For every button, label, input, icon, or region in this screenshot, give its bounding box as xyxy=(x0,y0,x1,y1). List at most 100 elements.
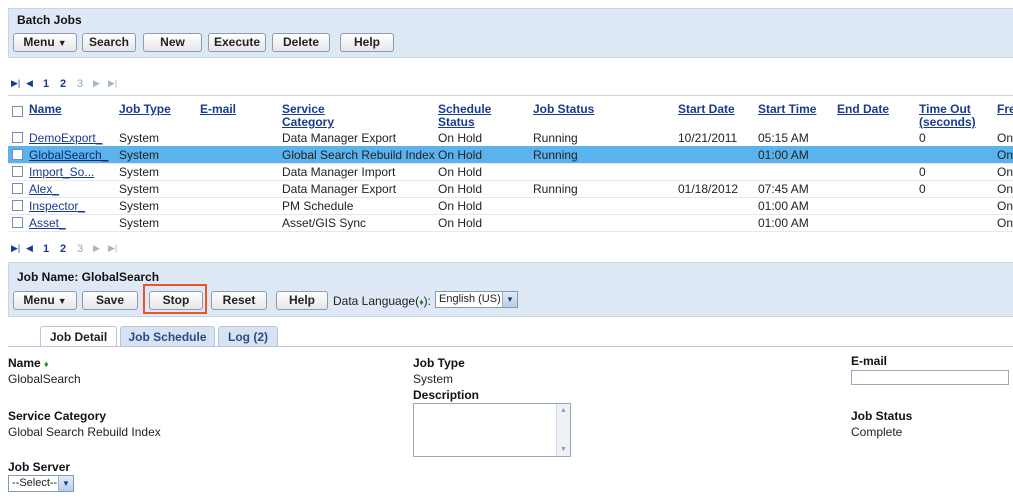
tab-job-schedule[interactable]: Job Schedule xyxy=(120,326,215,346)
cell-start-time: 01:00 AM xyxy=(758,216,809,230)
row-checkbox[interactable] xyxy=(12,200,23,211)
job-name-title: Job Name: GlobalSearch xyxy=(17,270,160,284)
table-row[interactable]: DemoExport_ System Data Manager Export O… xyxy=(8,129,1013,147)
page-link-1[interactable]: 1 xyxy=(43,78,49,90)
job-type-value: System xyxy=(413,372,454,386)
search-button[interactable]: Search xyxy=(82,33,136,52)
prev-page-icon[interactable]: ◀ xyxy=(26,78,33,89)
execute-button[interactable]: Execute xyxy=(208,33,266,52)
header-job-type[interactable]: Job Type xyxy=(119,103,171,116)
textarea-scrollbar[interactable]: ▲ ▼ xyxy=(556,404,570,456)
table-row[interactable]: Asset_ System Asset/GIS Sync On Hold 01:… xyxy=(8,214,1013,232)
cell-frequency: On xyxy=(997,216,1013,230)
help-button[interactable]: Help xyxy=(340,33,394,52)
job-name-link[interactable]: GlobalSearch_ xyxy=(29,148,108,162)
page-link-2[interactable]: 2 xyxy=(60,78,66,90)
cell-service-category: Asset/GIS Sync xyxy=(282,216,367,230)
page-link-3[interactable]: 3 xyxy=(77,243,83,255)
page-link-2[interactable]: 2 xyxy=(60,243,66,255)
page-link-3[interactable]: 3 xyxy=(77,78,83,90)
tab-log[interactable]: Log (2) xyxy=(218,326,278,346)
job-name-link[interactable]: Import_So... xyxy=(29,165,94,179)
job-server-select[interactable]: --Select-- ▼ xyxy=(8,475,74,492)
job-name-link[interactable]: Alex_ xyxy=(29,182,59,196)
cell-frequency: On xyxy=(997,165,1013,179)
cell-job-status: Running xyxy=(533,182,578,196)
header-start-time[interactable]: Start Time xyxy=(758,103,816,116)
prev-page-icon[interactable]: ◀ xyxy=(26,243,33,254)
delete-button[interactable]: Delete xyxy=(272,33,330,52)
header-frequency[interactable]: Fre xyxy=(997,103,1013,116)
table-row[interactable]: Import_So... System Data Manager Import … xyxy=(8,163,1013,181)
cell-timeout: 0 xyxy=(919,165,926,179)
scroll-up-icon[interactable]: ▲ xyxy=(557,404,570,417)
table-row-selected[interactable]: GlobalSearch_ System Global Search Rebui… xyxy=(8,146,1013,164)
job-name-link[interactable]: Inspector_ xyxy=(29,199,85,213)
menu-button[interactable]: Menu ▼ xyxy=(13,33,77,52)
tab-job-detail[interactable]: Job Detail xyxy=(40,326,117,347)
cell-service-category: Data Manager Import xyxy=(282,165,396,179)
last-page-icon[interactable]: ▶| xyxy=(108,78,117,89)
cell-frequency: On xyxy=(997,131,1013,145)
next-page-icon[interactable]: ▶ xyxy=(93,78,100,89)
job-type-label: Job Type xyxy=(413,356,465,370)
first-page-icon[interactable]: ▶| xyxy=(11,243,20,254)
row-checkbox[interactable] xyxy=(12,166,23,177)
table-header: Name Job Type E-mail Service Category Sc… xyxy=(8,95,1013,130)
scroll-down-icon[interactable]: ▼ xyxy=(557,443,570,456)
header-job-status[interactable]: Job Status xyxy=(533,103,594,116)
cell-job-status: Running xyxy=(533,131,578,145)
header-email[interactable]: E-mail xyxy=(200,103,236,116)
chevron-down-icon: ▼ xyxy=(58,476,73,491)
panel-title: Batch Jobs xyxy=(17,13,82,27)
cell-frequency: On xyxy=(997,182,1013,196)
header-service-category[interactable]: Service Category xyxy=(282,103,352,129)
row-checkbox[interactable] xyxy=(12,183,23,194)
row-checkbox[interactable] xyxy=(12,217,23,228)
email-field[interactable] xyxy=(851,370,1009,385)
cell-service-category: PM Schedule xyxy=(282,199,354,213)
data-language-select[interactable]: English (US) ▼ xyxy=(435,291,518,308)
job-name-link[interactable]: Asset_ xyxy=(29,216,66,230)
header-name[interactable]: Name xyxy=(29,103,62,116)
job-status-label: Job Status xyxy=(851,409,913,423)
cell-start-date: 10/21/2011 xyxy=(678,131,738,145)
stop-button-highlight xyxy=(143,284,207,314)
table-row[interactable]: Alex_ System Data Manager Export On Hold… xyxy=(8,180,1013,198)
cell-frequency: On xyxy=(997,199,1013,213)
cell-job-type: System xyxy=(119,131,160,145)
table-row[interactable]: Inspector_ System PM Schedule On Hold 01… xyxy=(8,197,1013,215)
first-page-icon[interactable]: ▶| xyxy=(11,78,20,89)
menu-dropdown-icon: ▼ xyxy=(57,38,67,48)
cell-start-time: 07:45 AM xyxy=(758,182,809,196)
batch-jobs-panel: Batch Jobs Menu ▼ Search New Execute Dele… xyxy=(8,8,1013,58)
header-start-date[interactable]: Start Date xyxy=(678,103,735,116)
cell-job-status: Running xyxy=(533,148,578,162)
job-name-link[interactable]: DemoExport_ xyxy=(29,131,102,145)
header-end-date[interactable]: End Date xyxy=(837,103,889,116)
page-link-1[interactable]: 1 xyxy=(43,243,49,255)
menu-button[interactable]: Menu ▼ xyxy=(13,291,77,310)
row-checkbox[interactable] xyxy=(12,132,23,143)
header-schedule-status[interactable]: Schedule Status xyxy=(438,103,508,129)
cell-job-type: System xyxy=(119,216,160,230)
chevron-down-icon: ▼ xyxy=(502,292,517,307)
cell-service-category: Global Search Rebuild Index xyxy=(282,148,435,162)
row-checkbox[interactable] xyxy=(12,149,23,160)
cell-start-time: 01:00 AM xyxy=(758,148,809,162)
data-language-label: Data Language(♦): xyxy=(333,294,432,308)
cell-schedule-status: On Hold xyxy=(438,199,483,213)
last-page-icon[interactable]: ▶| xyxy=(108,243,117,254)
help-button[interactable]: Help xyxy=(276,291,328,310)
save-button[interactable]: Save xyxy=(82,291,138,310)
cell-schedule-status: On Hold xyxy=(438,216,483,230)
description-textarea[interactable]: ▲ ▼ xyxy=(413,403,571,457)
next-page-icon[interactable]: ▶ xyxy=(93,243,100,254)
cell-job-type: System xyxy=(119,199,160,213)
name-label: Name ♦ xyxy=(8,356,49,370)
cell-start-time: 01:00 AM xyxy=(758,199,809,213)
header-timeout[interactable]: Time Out (seconds) xyxy=(919,103,989,129)
select-all-checkbox[interactable] xyxy=(12,106,23,117)
new-button[interactable]: New xyxy=(143,33,202,52)
reset-button[interactable]: Reset xyxy=(211,291,267,310)
